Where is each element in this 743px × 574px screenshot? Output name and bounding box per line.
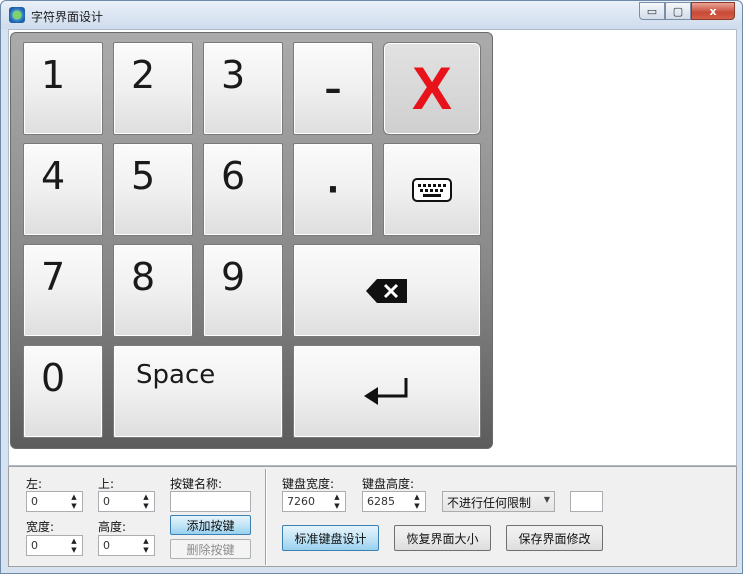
save-changes-button[interactable]: 保存界面修改 bbox=[506, 525, 603, 551]
extra-input[interactable] bbox=[570, 491, 603, 512]
spin-down-icon[interactable]: ▼ bbox=[71, 502, 76, 510]
spin-down-icon[interactable]: ▼ bbox=[334, 502, 339, 510]
close-x-icon: X bbox=[411, 55, 453, 122]
key-minus[interactable]: – bbox=[293, 42, 373, 135]
spin-up-icon[interactable]: ▲ bbox=[414, 493, 419, 501]
title-bar: 字符界面设计 ▭ ▢ x bbox=[1, 1, 742, 29]
minimize-button[interactable]: ▭ bbox=[639, 2, 665, 20]
standard-keyboard-design-button[interactable]: 标准键盘设计 bbox=[282, 525, 379, 551]
delete-key-button[interactable]: 删除按键 bbox=[170, 539, 251, 559]
key-0[interactable]: 0 bbox=[23, 345, 103, 438]
width-label: 宽度: bbox=[26, 520, 55, 534]
key-1[interactable]: 1 bbox=[23, 42, 103, 135]
top-spinner[interactable]: 0 ▲ ▼ bbox=[98, 491, 155, 512]
keyboard-icon bbox=[412, 177, 452, 202]
maximize-button[interactable]: ▢ bbox=[665, 2, 691, 20]
key-7[interactable]: 7 bbox=[23, 244, 103, 337]
width-spinner[interactable]: 0 ▲ ▼ bbox=[26, 535, 83, 556]
key-9[interactable]: 9 bbox=[203, 244, 283, 337]
app-window: 字符界面设计 ▭ ▢ x 1 2 3 – X 4 5 6 · 7 8 9 0 S… bbox=[0, 0, 743, 574]
backspace-icon bbox=[366, 278, 407, 303]
spin-down-icon[interactable]: ▼ bbox=[71, 546, 76, 554]
window-title: 字符界面设计 bbox=[31, 10, 104, 24]
keyboard-width-label: 键盘宽度: bbox=[282, 477, 335, 491]
design-canvas: 1 2 3 – X 4 5 6 · 7 8 9 0 Space bbox=[8, 29, 737, 466]
key-8[interactable]: 8 bbox=[113, 244, 193, 337]
top-label: 上: bbox=[98, 477, 115, 491]
restore-size-button[interactable]: 恢复界面大小 bbox=[394, 525, 491, 551]
close-button[interactable]: x bbox=[691, 2, 735, 20]
key-4[interactable]: 4 bbox=[23, 143, 103, 236]
key-backspace[interactable] bbox=[293, 244, 481, 337]
enter-icon bbox=[364, 377, 408, 405]
key-close[interactable]: X bbox=[383, 42, 481, 135]
chevron-down-icon: ▼ bbox=[543, 495, 550, 504]
left-label: 左: bbox=[26, 477, 43, 491]
close-icon: x bbox=[709, 4, 717, 18]
key-5[interactable]: 5 bbox=[113, 143, 193, 236]
spin-up-icon[interactable]: ▲ bbox=[143, 537, 148, 545]
height-label: 高度: bbox=[98, 520, 127, 534]
spin-up-icon[interactable]: ▲ bbox=[71, 493, 76, 501]
keyboard-panel: 1 2 3 – X 4 5 6 · 7 8 9 0 Space bbox=[10, 32, 493, 449]
key-enter[interactable] bbox=[293, 345, 481, 438]
spin-up-icon[interactable]: ▲ bbox=[71, 537, 76, 545]
keyboard-height-label: 键盘高度: bbox=[362, 477, 415, 491]
spin-up-icon[interactable]: ▲ bbox=[334, 493, 339, 501]
key-keyboard-toggle[interactable] bbox=[383, 143, 481, 236]
limit-dropdown[interactable]: 不进行任何限制 ▼ bbox=[442, 491, 555, 512]
keyboard-width-spinner[interactable]: 7260 ▲ ▼ bbox=[282, 491, 346, 512]
key-name-input[interactable] bbox=[170, 491, 251, 512]
left-spinner[interactable]: 0 ▲ ▼ bbox=[26, 491, 83, 512]
maximize-icon: ▢ bbox=[672, 4, 684, 18]
key-name-label: 按键名称: bbox=[170, 477, 223, 491]
minimize-icon: ▭ bbox=[646, 4, 658, 18]
spin-down-icon[interactable]: ▼ bbox=[143, 546, 148, 554]
height-spinner[interactable]: 0 ▲ ▼ bbox=[98, 535, 155, 556]
add-key-button[interactable]: 添加按键 bbox=[170, 515, 251, 535]
app-icon bbox=[9, 7, 25, 23]
key-space[interactable]: Space bbox=[113, 345, 283, 438]
spin-down-icon[interactable]: ▼ bbox=[143, 502, 148, 510]
keyboard-height-spinner[interactable]: 6285 ▲ ▼ bbox=[362, 491, 426, 512]
key-3[interactable]: 3 bbox=[203, 42, 283, 135]
key-6[interactable]: 6 bbox=[203, 143, 283, 236]
key-2[interactable]: 2 bbox=[113, 42, 193, 135]
key-dot[interactable]: · bbox=[293, 143, 373, 236]
spin-up-icon[interactable]: ▲ bbox=[143, 493, 148, 501]
spin-down-icon[interactable]: ▼ bbox=[414, 502, 419, 510]
properties-panel: 左: 0 ▲ ▼ 上: 0 ▲ ▼ 按键名称: 宽度: 0 ▲ ▼ 高度: 0 ▲ ▼ … bbox=[8, 466, 737, 567]
panel-divider bbox=[265, 469, 266, 565]
